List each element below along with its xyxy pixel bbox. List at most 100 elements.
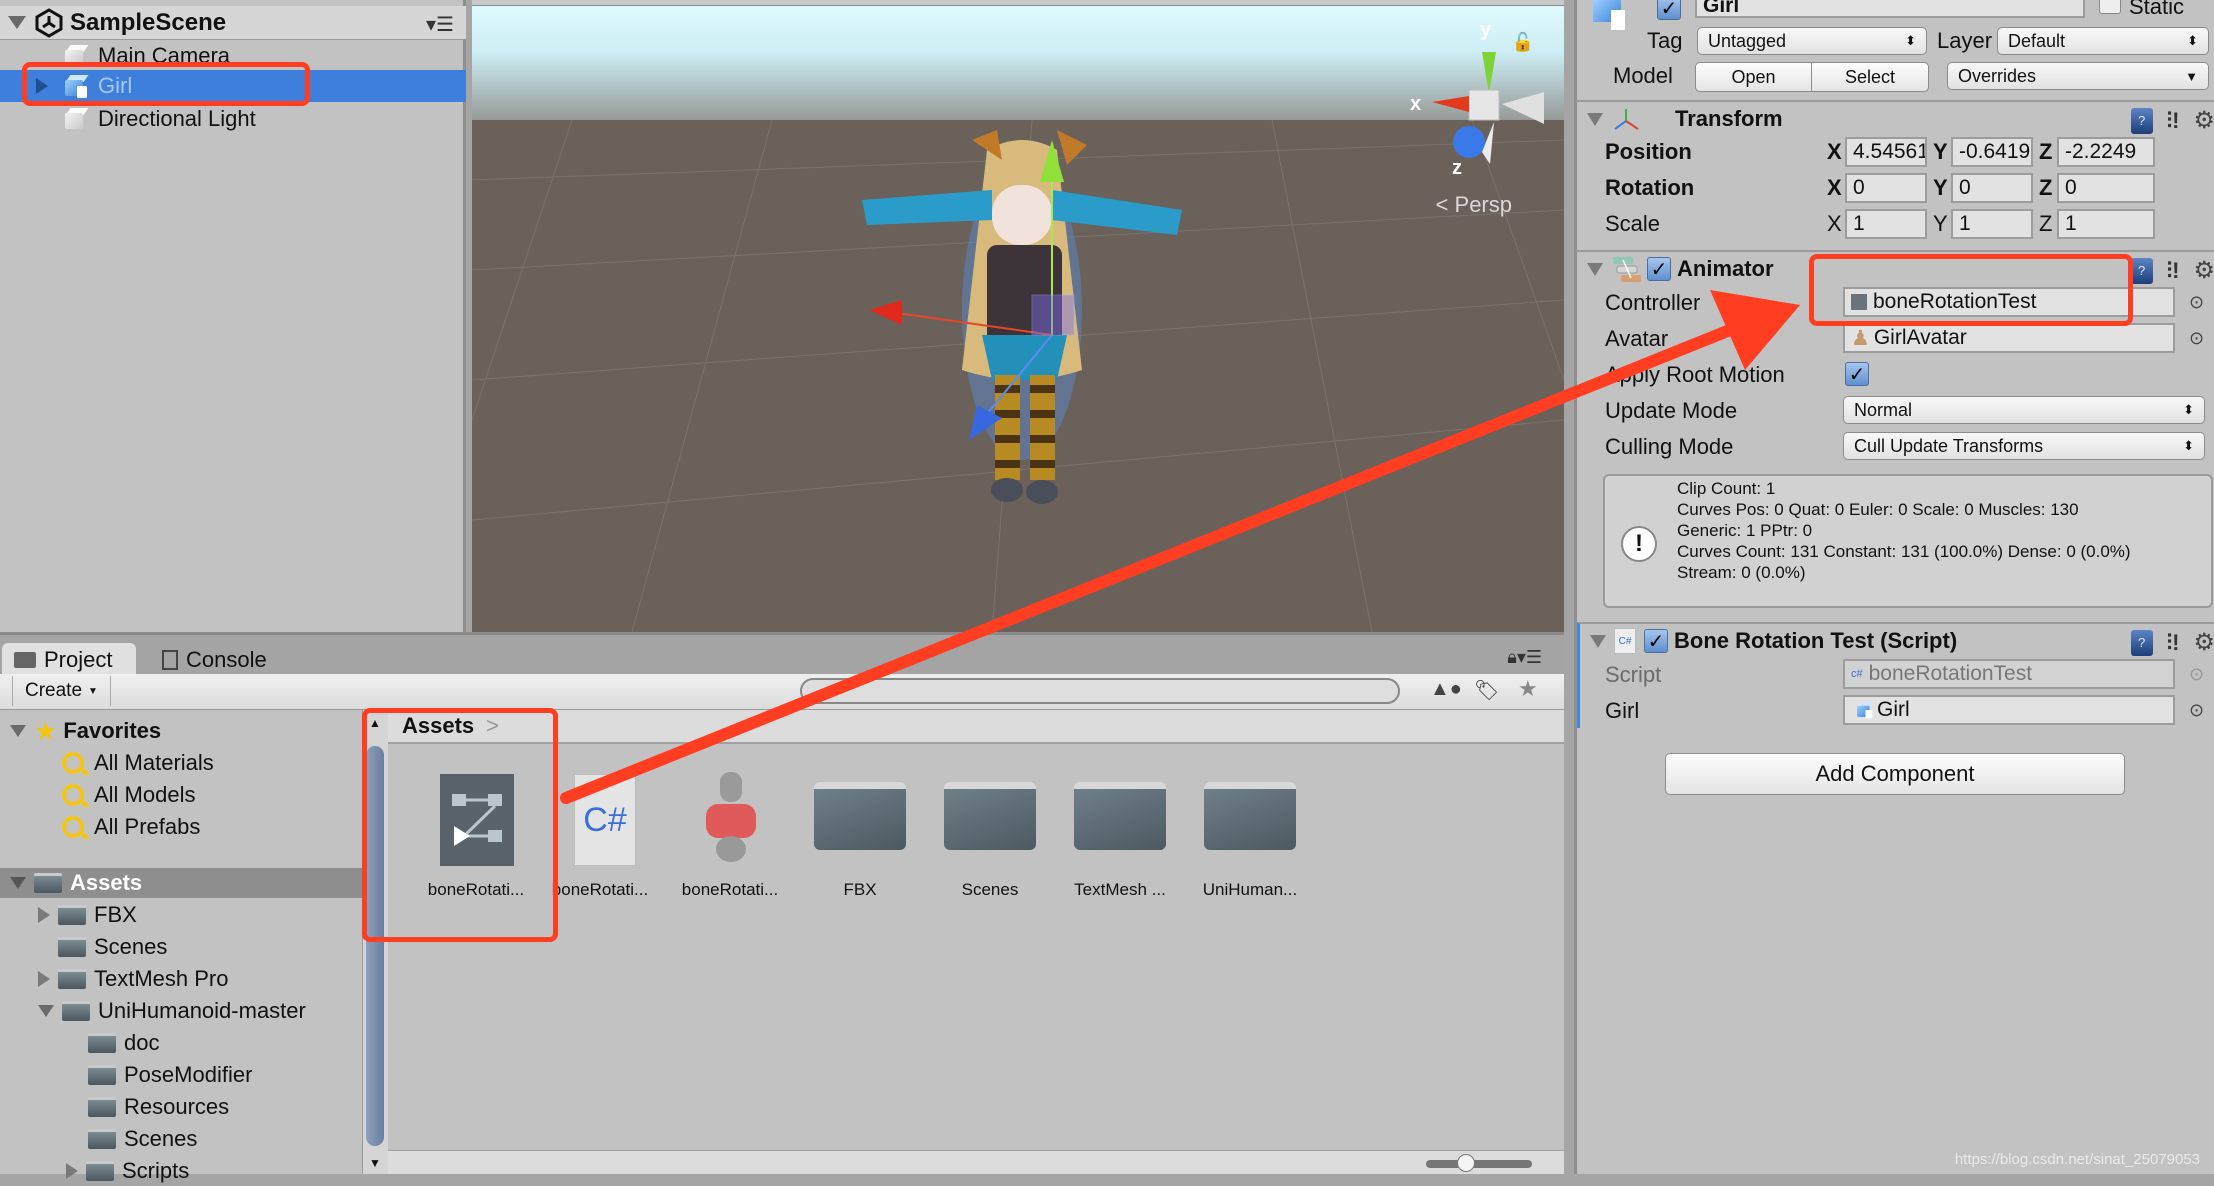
girl-field[interactable]: Girl (1843, 695, 2175, 725)
position-y-input[interactable]: -0.6419 (1951, 137, 2033, 167)
scale-z-input[interactable]: 1 (2057, 209, 2155, 239)
apply-root-motion-checkbox[interactable]: ✓ (1845, 362, 1869, 386)
static-checkbox[interactable] (2099, 0, 2121, 14)
dropdown-arrow-icon: ▼ (88, 686, 98, 697)
tree-item[interactable]: UniHumanoid-master (38, 996, 306, 1026)
annotation-box-controller-asset (362, 708, 558, 942)
object-name-input[interactable]: Girl (1695, 0, 2085, 18)
scene-header[interactable]: SampleScene ▾☰ (0, 6, 466, 40)
scale-y-input[interactable]: 1 (1951, 209, 2033, 239)
avatar-field[interactable]: ♟GirlAvatar (1843, 323, 2175, 353)
hierarchy-menu-icon[interactable]: ▾☰ (426, 12, 454, 37)
slider-knob[interactable] (1457, 1154, 1475, 1172)
tree-item[interactable]: FBX (38, 900, 137, 930)
folder-icon (88, 1033, 116, 1053)
object-picker-icon[interactable]: ⊙ (2189, 328, 2204, 349)
gizmo-z-axis (982, 335, 1052, 420)
folder-icon (58, 969, 86, 989)
hierarchy-item-directional-light[interactable]: Directional Light (0, 103, 466, 135)
position-z-input[interactable]: -2.2249 (2057, 137, 2155, 167)
asset-item[interactable]: UniHuman... (1188, 768, 1312, 900)
object-picker-icon[interactable]: ⊙ (2189, 700, 2204, 721)
culling-mode-dropdown[interactable]: Cull Update Transforms⬍ (1843, 432, 2205, 460)
tag-dropdown[interactable]: Untagged⬍ (1697, 27, 1927, 55)
asset-label: boneRotati... (668, 880, 792, 900)
tab-project[interactable]: Project (2, 643, 136, 677)
favorite-item[interactable]: All Materials (62, 748, 214, 778)
tree-item-assets[interactable]: Assets (0, 868, 362, 898)
update-mode-dropdown[interactable]: Normal⬍ (1843, 396, 2205, 424)
favorite-star-icon[interactable]: ★ (1518, 676, 1538, 702)
prefab-large-icon (1589, 0, 1629, 34)
script-field: c#boneRotationTest (1843, 659, 2175, 689)
rotation-x-input[interactable]: 0 (1845, 173, 1927, 203)
layer-dropdown[interactable]: Default⬍ (1997, 27, 2209, 55)
favorites-header[interactable]: ★Favorites (10, 716, 161, 746)
collapse-triangle-icon[interactable] (8, 16, 26, 29)
rotation-z-input[interactable]: 0 (2057, 173, 2155, 203)
expand-triangle-icon[interactable] (66, 1163, 78, 1179)
collapse-triangle-icon[interactable] (1587, 113, 1603, 126)
project-search-input[interactable] (800, 678, 1400, 704)
lock-icon[interactable]: 🔓 (1512, 32, 1534, 53)
collapse-triangle-icon[interactable] (10, 725, 26, 737)
overrides-dropdown[interactable]: Overrides▼ (1947, 62, 2209, 90)
breadcrumb: Assets> (388, 710, 1564, 744)
filter-by-label-icon[interactable]: 🏷︎ (1474, 678, 1499, 703)
position-x-input[interactable]: 4.54561 (1845, 137, 1927, 167)
help-book-icon[interactable]: ? (2131, 630, 2153, 656)
create-label: Create (25, 680, 82, 702)
gear-icon[interactable]: ⚙ (2193, 628, 2214, 657)
tree-item[interactable]: PoseModifier (88, 1060, 252, 1090)
expand-triangle-icon[interactable] (38, 907, 50, 923)
asset-item[interactable]: FBX (798, 768, 922, 900)
tree-item[interactable]: Scenes (88, 1124, 197, 1154)
scene-view[interactable]: y x z 🔓 < Persp (472, 0, 1564, 632)
tab-console[interactable]: Console (150, 643, 279, 677)
help-book-icon[interactable]: ? (2131, 108, 2153, 134)
tree-item[interactable]: TextMesh Pro (38, 964, 229, 994)
lock-icon[interactable]: 🔒︎▾☰ (1507, 647, 1542, 668)
favorite-item[interactable]: All Prefabs (62, 812, 200, 842)
collapse-triangle-icon[interactable] (1587, 263, 1603, 276)
model-open-button[interactable]: Open (1695, 62, 1812, 92)
collapse-triangle-icon[interactable] (38, 1005, 54, 1017)
gear-icon[interactable]: ⚙ (2193, 256, 2214, 285)
script-component-header[interactable]: C# ✓ Bone Rotation Test (Script) ? ⫶! ⚙ (1577, 622, 2214, 658)
object-picker-icon[interactable]: ⊙ (2189, 292, 2204, 313)
preset-icon[interactable]: ⫶! (2167, 258, 2180, 284)
object-active-checkbox[interactable]: ✓ (1657, 0, 1681, 20)
favorite-item[interactable]: All Models (62, 780, 195, 810)
collapse-triangle-icon[interactable] (1590, 635, 1606, 648)
icon-size-slider[interactable] (1426, 1160, 1532, 1168)
tree-item[interactable]: doc (88, 1028, 159, 1058)
rotation-y-input[interactable]: 0 (1951, 173, 2033, 203)
gizmo-x-handle (869, 300, 902, 325)
scroll-down-icon[interactable]: ▼ (369, 1156, 381, 1170)
gear-icon[interactable]: ⚙ (2193, 106, 2214, 135)
info-line: Curves Pos: 0 Quat: 0 Euler: 0 Scale: 0 … (1677, 499, 2131, 520)
filter-by-type-icon[interactable]: ▲● (1430, 678, 1462, 701)
preset-icon[interactable]: ⫶! (2167, 630, 2180, 656)
tree-item[interactable]: Scripts (66, 1156, 189, 1186)
transform-header[interactable]: Transform ? ⫶! ⚙ (1577, 100, 2214, 136)
asset-item[interactable]: TextMesh ... (1058, 768, 1182, 900)
help-book-icon[interactable]: ? (2131, 258, 2153, 284)
script-enabled-checkbox[interactable]: ✓ (1644, 629, 1668, 653)
tree-item[interactable]: Resources (88, 1092, 229, 1122)
preset-icon[interactable]: ⫶! (2167, 108, 2180, 134)
animator-enabled-checkbox[interactable]: ✓ (1647, 257, 1671, 281)
folder-icon (88, 1097, 116, 1117)
project-tabbar: Project Console 🔒︎▾☰ (0, 632, 1564, 674)
scale-x-input[interactable]: 1 (1845, 209, 1927, 239)
asset-item[interactable]: boneRotati... (668, 768, 792, 900)
move-gizmo[interactable] (852, 120, 1192, 520)
asset-item[interactable]: Scenes (928, 768, 1052, 900)
tree-item[interactable]: Scenes (58, 932, 167, 962)
create-dropdown[interactable]: Create ▼ (12, 676, 111, 706)
collapse-triangle-icon[interactable] (10, 877, 26, 889)
expand-triangle-icon[interactable] (38, 971, 50, 987)
add-component-button[interactable]: Add Component (1665, 753, 2125, 795)
projection-toggle[interactable]: < Persp (1436, 192, 1512, 218)
model-select-button[interactable]: Select (1811, 62, 1929, 92)
